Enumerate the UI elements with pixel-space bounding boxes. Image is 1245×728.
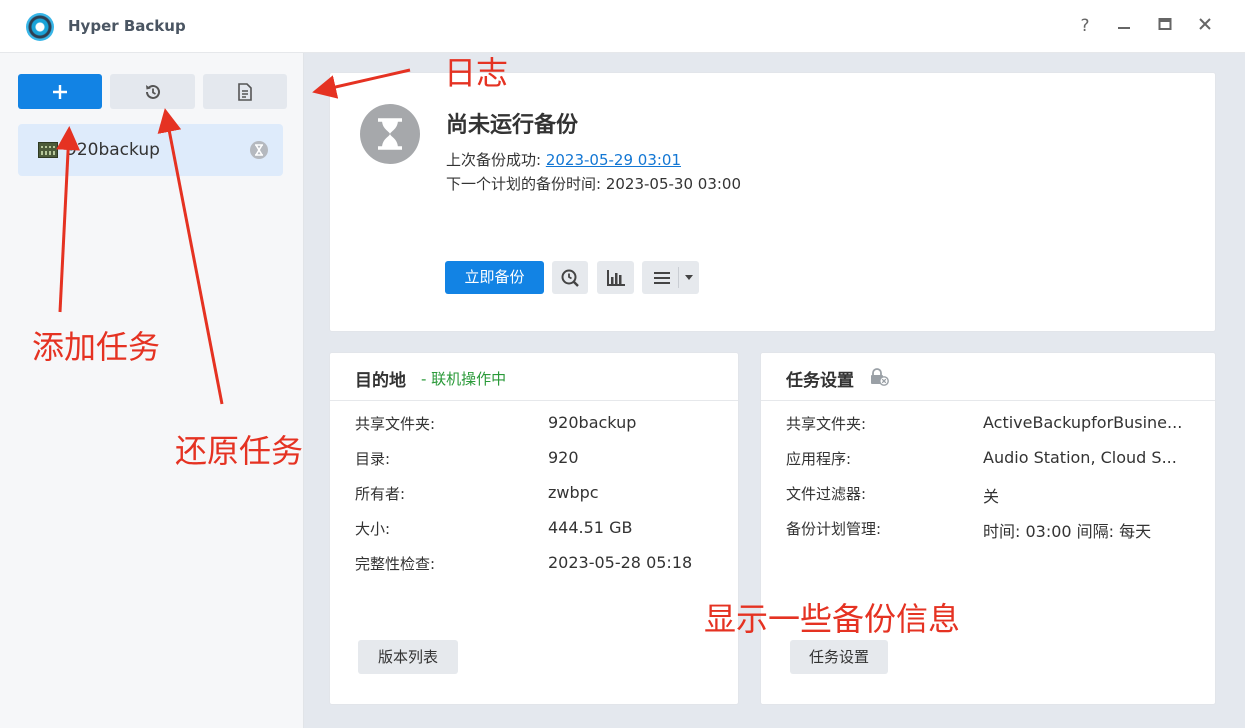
destination-value: 920 [548,448,579,467]
last-backup-label: 上次备份成功: [446,151,546,169]
last-backup-link[interactable]: 2023-05-29 03:01 [546,151,681,169]
log-button[interactable] [203,74,287,109]
nas-icon [38,142,58,158]
task-settings-value: ActiveBackupforBusine... [983,413,1183,432]
task-settings-value: 时间: 03:00 间隔: 每天 [983,522,1152,541]
destination-label: 大小: [355,520,391,538]
destination-value: 444.51 GB [548,518,633,537]
status-card: 尚未运行备份 上次备份成功: 2023-05-29 03:01 下一个计划的备份… [329,72,1216,332]
task-settings-value: Audio Station, Cloud S... [983,448,1177,467]
hyper-backup-logo-icon [26,13,54,41]
close-icon [1199,18,1211,30]
annotation-restore-task: 还原任务 [175,432,304,470]
next-backup-label: 下一个计划的备份时间: [446,175,606,193]
task-name: 920backup [66,140,160,160]
destination-online-status: - 联机操作中 [421,370,507,388]
more-actions-menu-button[interactable] [642,261,699,294]
destination-label: 完整性检查: [355,555,436,573]
destination-card: 目的地 - 联机操作中 共享文件夹: 920backup 目录: 920 所有者… [329,352,739,705]
task-settings-title: 任务设置 [786,371,854,391]
close-button[interactable] [1193,14,1217,38]
destination-value: 2023-05-28 05:18 [548,553,693,572]
minimize-icon [1118,27,1130,29]
chevron-down-icon [685,275,693,280]
status-title: 尚未运行备份 [446,113,579,138]
restore-button[interactable] [110,74,195,109]
document-icon [238,82,252,101]
maximize-icon [1158,18,1172,30]
sidebar: 920backup [0,53,304,728]
annotation-log: 日志 [444,54,509,92]
task-settings-button[interactable]: 任务设置 [790,640,888,674]
lock-disabled-icon [871,368,889,386]
destination-value: 920backup [548,413,637,432]
destination-title: 目的地 [355,371,406,391]
task-settings-label: 共享文件夹: [786,415,867,433]
app-title: Hyper Backup [68,17,186,35]
task-settings-header: 任务设置 [761,353,1215,401]
destination-header: 目的地 - 联机操作中 [330,353,738,401]
maximize-button[interactable] [1153,14,1177,38]
add-task-button[interactable] [18,74,102,109]
task-settings-value: 关 [983,487,1000,506]
task-settings-label: 文件过滤器: [786,485,867,503]
destination-label: 所有者: [355,485,406,503]
integrity-check-button[interactable] [552,261,588,294]
menu-divider [678,267,679,288]
task-item-920backup[interactable]: 920backup [18,124,283,176]
help-button[interactable]: ? [1073,14,1097,38]
destination-label: 共享文件夹: [355,415,436,433]
minimize-button[interactable] [1112,14,1136,38]
clock-search-icon [561,269,579,287]
task-settings-card: 任务设置 共享文件夹: ActiveBackupforBusine... 应用程… [760,352,1216,705]
backup-now-button[interactable]: 立即备份 [445,261,544,294]
plus-icon [53,84,67,99]
history-icon [145,84,160,99]
annotation-add-task: 添加任务 [32,328,161,366]
hourglass-icon [250,141,268,159]
annotation-backup-info: 显示一些备份信息 [704,600,961,638]
next-backup-line: 下一个计划的备份时间: 2023-05-30 03:00 [446,173,741,194]
statistics-button[interactable] [597,261,634,294]
next-backup-value: 2023-05-30 03:00 [605,175,741,193]
title-bar: Hyper Backup ? [0,0,1245,53]
last-backup-line: 上次备份成功: 2023-05-29 03:01 [446,149,681,170]
hourglass-icon [360,104,420,164]
destination-value: zwbpc [548,483,599,502]
version-list-button[interactable]: 版本列表 [358,640,458,674]
task-settings-label: 备份计划管理: [786,520,882,538]
task-settings-label: 应用程序: [786,450,852,468]
menu-icon [654,271,670,284]
bar-chart-icon [606,269,625,286]
destination-label: 目录: [355,450,391,468]
